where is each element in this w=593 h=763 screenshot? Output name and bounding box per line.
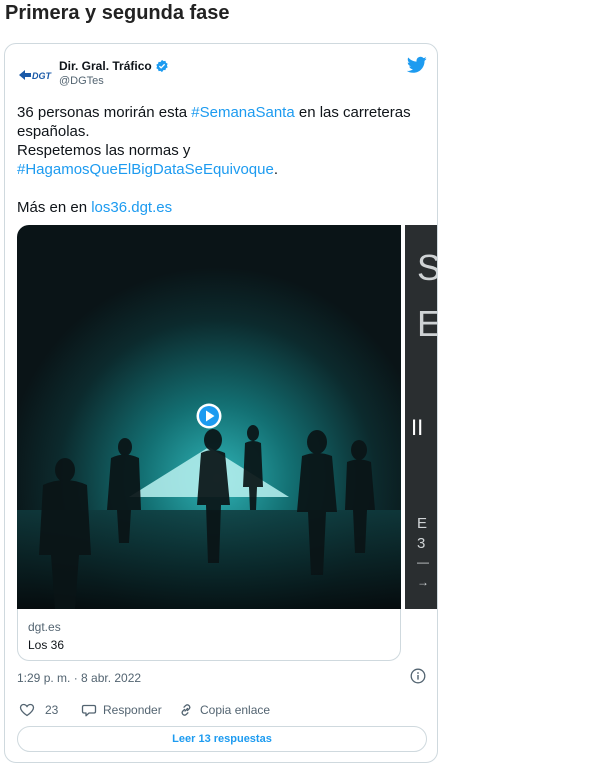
video-thumbnail[interactable] [17, 225, 401, 609]
reply-button[interactable]: Responder [81, 701, 162, 719]
tweet-text-segment: 36 personas morirán esta [17, 104, 192, 121]
account-name[interactable]: Dir. Gral. Tráfico [59, 59, 169, 73]
tweet-actions: 23 Responder Copia enlace [17, 701, 427, 719]
slide-text: II [411, 415, 424, 440]
tweet-timestamp[interactable]: 1:29 p. m. · 8 abr. 2022 [17, 671, 141, 685]
dgt-logo[interactable]: DGT [17, 63, 53, 85]
link-icon [181, 704, 191, 716]
account-name-text[interactable]: Dir. Gral. Tráfico [59, 59, 152, 73]
media-carousel[interactable]: S E II E 3 — → [17, 225, 437, 609]
tweet-line-4: #HagamosQueElBigDataSeEquivoque. [17, 160, 427, 179]
tweet-line-1: 36 personas morirán esta #SemanaSanta en… [17, 103, 427, 122]
like-count: 23 [45, 703, 59, 717]
link-card-title: Los 36 [28, 638, 65, 652]
tweet-text-segment: en las carreteras [294, 104, 411, 121]
account-handle[interactable]: @DGTes [59, 75, 104, 87]
reply-icon [81, 704, 97, 717]
slide-text: → [417, 575, 429, 589]
link-card-domain: dgt.es [28, 620, 61, 634]
play-icon[interactable] [195, 402, 223, 430]
tweet-line-5: Más en en los36.dgt.es [17, 198, 427, 217]
hashtag-bigdata[interactable]: #HagamosQueElBigDataSeEquivoque [17, 161, 274, 178]
info-icon[interactable] [410, 668, 426, 684]
logo-text: DGT [32, 71, 53, 81]
slide-text: S [417, 247, 437, 289]
copy-link-button[interactable]: Copia enlace [178, 701, 270, 719]
slide-text: 3 [417, 535, 426, 552]
page-title: Primera y segunda fase [5, 2, 230, 24]
like-button[interactable]: 23 [19, 701, 58, 719]
slide-text: — [417, 555, 429, 569]
read-replies-button[interactable]: Leer 13 respuestas [17, 726, 427, 752]
tweet-line-2: españolas. [17, 123, 90, 140]
slide-text: E [417, 303, 437, 345]
next-media-slide[interactable]: S E II E 3 — → [405, 225, 437, 609]
tweet-text-segment: . [273, 161, 279, 178]
tweet-card[interactable]: DGT Dir. Gral. Tráfico @DGTes 36 persona… [4, 43, 438, 763]
slide-text: E [417, 515, 428, 532]
tweet-line-3: Respetemos las normas y [17, 142, 191, 159]
tweet-text: 36 personas morirán esta #SemanaSanta en… [17, 103, 427, 217]
copy-link-label: Copia enlace [200, 703, 271, 717]
verified-badge-icon [156, 59, 168, 73]
tweet-text-segment: Más en en [17, 199, 92, 216]
twitter-bird-icon[interactable] [407, 56, 427, 74]
hashtag-semanasanta[interactable]: #SemanaSanta [191, 104, 294, 121]
tweet-link[interactable]: los36.dgt.es [91, 199, 172, 216]
reply-label: Responder [103, 703, 162, 717]
link-card[interactable]: dgt.es Los 36 [17, 609, 401, 661]
heart-icon [19, 703, 35, 717]
